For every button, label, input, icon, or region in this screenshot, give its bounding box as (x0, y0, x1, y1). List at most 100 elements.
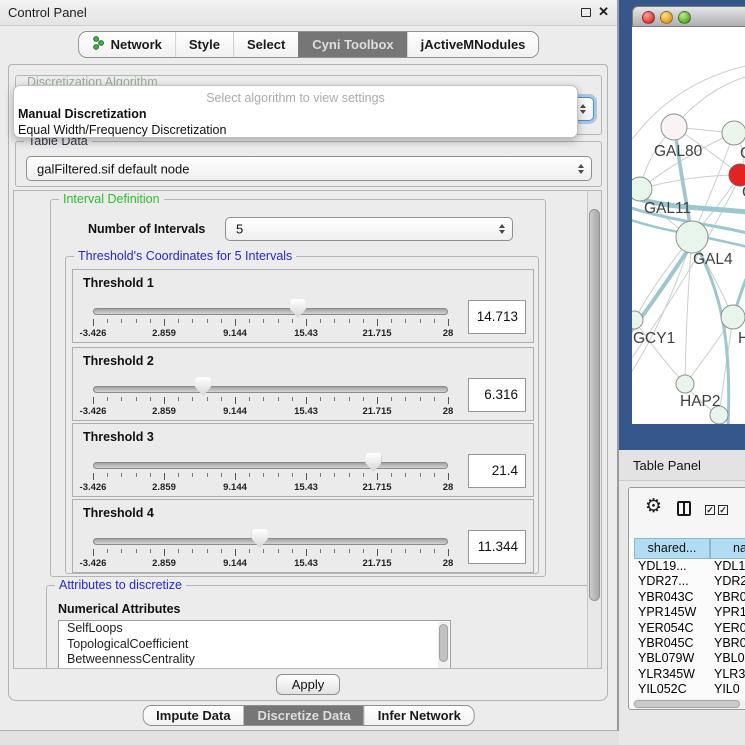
tab-select[interactable]: Select (233, 32, 298, 57)
cell-name[interactable]: YDL1 (714, 559, 745, 573)
table-data-combo[interactable]: galFiltered.sif default node (26, 156, 592, 181)
apply-button[interactable]: Apply (276, 674, 340, 695)
tick-mark (278, 397, 279, 401)
tab-network[interactable]: Network (79, 32, 175, 57)
minimize-window-icon[interactable] (660, 11, 673, 24)
tick-mark (405, 397, 406, 401)
tick-mark (221, 319, 222, 323)
cell-shared-name[interactable]: YBR045C (638, 636, 694, 650)
threshold-4-slider-track[interactable] (93, 538, 448, 545)
tick-label: 21.715 (362, 328, 391, 339)
node-red-selected[interactable] (729, 164, 745, 186)
node-gal4[interactable] (676, 221, 708, 253)
table-row[interactable]: YPR145W YPR1 (634, 605, 745, 620)
dropdown-option-equal-width[interactable]: Equal Width/Frequency Discretization (18, 123, 226, 137)
tab-discretize-data[interactable]: Discretize Data (244, 706, 364, 725)
node-gal80[interactable] (661, 114, 687, 140)
network-graph: GAL80 G C GAL11 GAL4 GCY1 H HAP2 (632, 27, 745, 424)
node-gal11[interactable] (632, 177, 652, 201)
threshold-4-slider-thumb[interactable] (252, 529, 268, 548)
table-row[interactable]: YDL19... YDL1 (634, 559, 745, 574)
cell-name[interactable]: YBR0 (714, 590, 745, 604)
cell-name[interactable]: YIL0 (714, 682, 740, 696)
table-hscrollbar-thumb[interactable] (634, 700, 740, 708)
threshold-2-slider-track[interactable] (93, 386, 448, 393)
zoom-window-icon[interactable] (678, 11, 691, 24)
cell-shared-name[interactable]: YIL052C (638, 682, 687, 696)
tick-mark (434, 319, 435, 323)
close-window-icon[interactable] (642, 11, 655, 24)
attribute-item[interactable]: TopologicalCoefficient (59, 637, 450, 653)
cell-name[interactable]: YPR1 (714, 605, 745, 619)
node-hap2[interactable] (676, 375, 694, 393)
tick-label: -3.426 (80, 406, 107, 417)
threshold-1-ticks (93, 319, 448, 327)
tick-label: 28 (443, 328, 454, 339)
tick-mark (292, 473, 293, 477)
network-canvas[interactable]: GAL80 G C GAL11 GAL4 GCY1 H HAP2 (632, 27, 745, 424)
gear-icon[interactable]: ⚙ (645, 495, 662, 517)
table-row[interactable]: YIL052C YIL0 (634, 682, 745, 697)
threshold-3-value-field[interactable]: 21.4 (468, 454, 526, 488)
table-row[interactable]: YBL079W YBL0 (634, 651, 745, 666)
cell-shared-name[interactable]: YBL079W (638, 651, 694, 665)
tab-cyni-toolbox[interactable]: Cyni Toolbox (298, 32, 406, 57)
cell-name[interactable]: YBL0 (714, 651, 745, 665)
attribute-items: SelfLoopsTopologicalCoefficientBetweenne… (59, 621, 450, 668)
close-icon[interactable]: ✕ (598, 4, 609, 20)
table-row[interactable]: YBR045C YBR0 (634, 636, 745, 651)
tick-mark (320, 397, 321, 401)
threshold-4-value-field[interactable]: 11.344 (468, 530, 526, 564)
table-row[interactable]: YDR27... YDR2 (634, 574, 745, 589)
cell-name[interactable]: YBR0 (714, 636, 745, 650)
table-row[interactable]: YBR043C YBR0 (634, 590, 745, 605)
table-row[interactable]: YER054C YER0 (634, 621, 745, 636)
node-gcy1[interactable] (632, 311, 643, 329)
column-header-shared-name[interactable]: shared... (634, 538, 710, 559)
tab-style[interactable]: Style (175, 32, 233, 57)
thresholds-group: Threshold's Coordinates for 5 Intervals … (65, 256, 539, 574)
dropdown-option-manual[interactable]: Manual Discretization (18, 107, 147, 121)
threshold-2-value-field[interactable]: 6.316 (468, 378, 526, 412)
float-window-icon[interactable] (581, 8, 591, 17)
threshold-2-slider-thumb[interactable] (195, 377, 211, 396)
tab-jactivemnodules[interactable]: jActiveMNodules (407, 32, 539, 57)
cell-shared-name[interactable]: YDL19... (638, 559, 687, 573)
split-column-icon[interactable] (677, 501, 691, 516)
cell-shared-name[interactable]: YPR145W (638, 605, 696, 619)
cell-shared-name[interactable]: YBR043C (638, 590, 694, 604)
tick-mark (448, 549, 449, 556)
dropdown-prompt: Select algorithm to view settings (14, 91, 577, 105)
column-header-name[interactable]: na (710, 538, 745, 559)
cell-name[interactable]: YER0 (714, 621, 745, 635)
checkbox-icon[interactable]: ✓ (705, 505, 715, 515)
threshold-1-slider-track[interactable] (93, 308, 448, 315)
network-window-titlebar[interactable] (632, 6, 745, 27)
table-row[interactable]: YLR345W YLR3 (634, 667, 745, 682)
tick-mark (292, 549, 293, 553)
threshold-1-value-field[interactable]: 14.713 (468, 300, 526, 334)
cell-shared-name[interactable]: YER054C (638, 621, 694, 635)
tab-impute-data[interactable]: Impute Data (143, 706, 243, 725)
tick-mark (391, 319, 392, 323)
threshold-3-slider-thumb[interactable] (365, 453, 381, 472)
attribute-item[interactable]: SelfLoops (59, 621, 450, 637)
list-scrollbar-thumb[interactable] (439, 624, 448, 662)
threshold-3-slider-track[interactable] (93, 462, 448, 469)
threshold-1-slider-thumb[interactable] (290, 299, 306, 318)
checkbox-icon[interactable]: ✓ (718, 505, 728, 515)
number-of-intervals-combo[interactable]: 5 (225, 217, 513, 241)
settings-scroll-pane: Interval Definition Number of Intervals … (13, 190, 602, 669)
cell-name[interactable]: YLR3 (714, 667, 745, 681)
node-g[interactable] (722, 121, 745, 145)
cell-shared-name[interactable]: YLR345W (638, 667, 695, 681)
attribute-item[interactable]: BetweennessCentrality (59, 652, 450, 668)
cell-name[interactable]: YDR2 (714, 574, 745, 588)
node-h[interactable] (721, 305, 745, 329)
cell-shared-name[interactable]: YDR27... (638, 574, 689, 588)
tab-infer-network[interactable]: Infer Network (364, 706, 474, 725)
panel-scrollbar-thumb[interactable] (589, 209, 600, 601)
tick-label: 28 (443, 558, 454, 569)
tick-mark (363, 397, 364, 401)
tick-mark (434, 549, 435, 553)
